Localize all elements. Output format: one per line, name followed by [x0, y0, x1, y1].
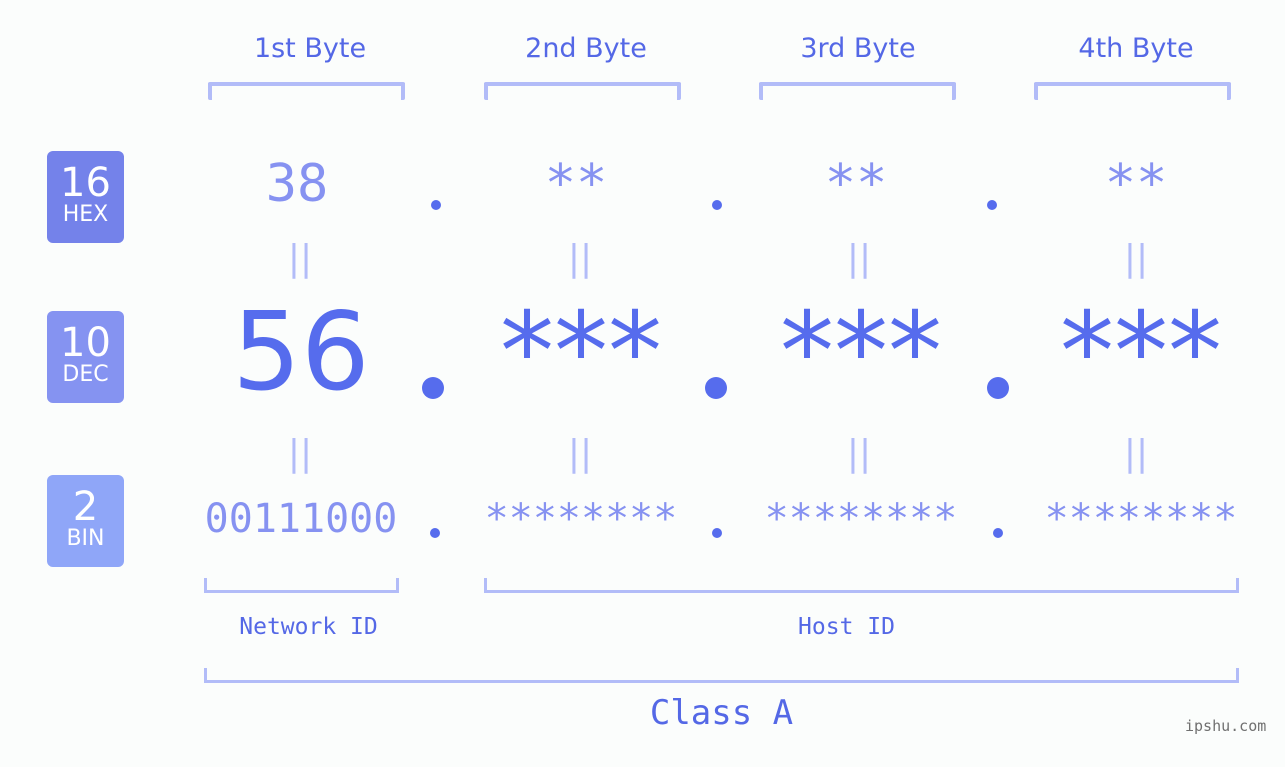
- hex-byte-2: **: [544, 154, 608, 214]
- dec-byte-1: 56: [232, 290, 370, 415]
- byte-header-3: 3rd Byte: [800, 33, 916, 64]
- byte-bracket-1: [208, 82, 405, 100]
- hex-badge: 16 HEX: [47, 151, 124, 243]
- equals-sign: ||: [1123, 238, 1149, 279]
- bin-byte-1: 00111000: [204, 496, 398, 542]
- bin-dot-2: [712, 528, 722, 538]
- dec-byte-3: ***: [780, 290, 942, 415]
- dec-badge: 10 DEC: [47, 311, 124, 403]
- byte-bracket-2: [484, 82, 681, 100]
- dec-dot-2: [705, 377, 727, 399]
- byte-bracket-3: [759, 82, 956, 100]
- bin-badge-number: 2: [72, 484, 99, 530]
- equals-sign: ||: [1123, 433, 1149, 474]
- bin-byte-3: ********: [764, 496, 958, 542]
- hex-byte-3: **: [824, 154, 888, 214]
- network-id-bracket: [204, 578, 399, 593]
- bin-byte-4: ********: [1044, 496, 1238, 542]
- bin-byte-2: ********: [484, 496, 678, 542]
- dec-dot-1: [422, 377, 444, 399]
- watermark: ipshu.com: [1185, 717, 1267, 735]
- host-id-label: Host ID: [798, 614, 895, 640]
- dec-byte-4: ***: [1060, 290, 1222, 415]
- hex-dot-2: [712, 200, 722, 210]
- bin-dot-3: [993, 528, 1003, 538]
- byte-header-1: 1st Byte: [253, 33, 367, 64]
- dec-byte-2: ***: [500, 290, 662, 415]
- bin-badge: 2 BIN: [47, 475, 124, 567]
- equals-sign: ||: [287, 238, 313, 279]
- byte-bracket-4: [1034, 82, 1231, 100]
- class-label: Class A: [649, 693, 794, 733]
- hex-dot-1: [431, 200, 441, 210]
- hex-byte-1: 38: [265, 154, 329, 214]
- equals-sign: ||: [846, 238, 872, 279]
- dec-dot-3: [987, 377, 1009, 399]
- hex-badge-label: HEX: [62, 202, 109, 227]
- bin-badge-label: BIN: [66, 526, 105, 551]
- equals-sign: ||: [287, 433, 313, 474]
- network-id-label: Network ID: [239, 614, 378, 640]
- equals-sign: ||: [567, 433, 593, 474]
- dec-badge-label: DEC: [62, 362, 109, 387]
- dec-badge-number: 10: [60, 320, 111, 366]
- bin-dot-1: [430, 528, 440, 538]
- hex-byte-4: **: [1104, 154, 1168, 214]
- equals-sign: ||: [846, 433, 872, 474]
- hex-dot-3: [987, 200, 997, 210]
- byte-header-4: 4th Byte: [1078, 33, 1194, 64]
- byte-header-2: 2nd Byte: [525, 33, 647, 64]
- class-bracket: [204, 668, 1239, 683]
- host-id-bracket: [484, 578, 1239, 593]
- hex-badge-number: 16: [60, 160, 111, 206]
- equals-sign: ||: [567, 238, 593, 279]
